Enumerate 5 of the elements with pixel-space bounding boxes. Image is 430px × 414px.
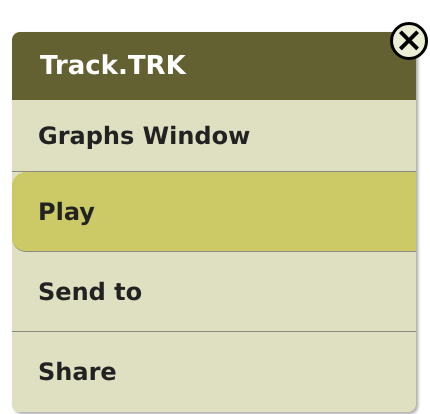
menu-item[interactable]: Play xyxy=(12,172,416,252)
menu-item[interactable]: Graphs Window xyxy=(12,100,416,172)
menu-item[interactable]: Share xyxy=(12,332,416,412)
menu-item[interactable]: Send to xyxy=(12,252,416,332)
close-button[interactable]: × xyxy=(390,22,428,60)
